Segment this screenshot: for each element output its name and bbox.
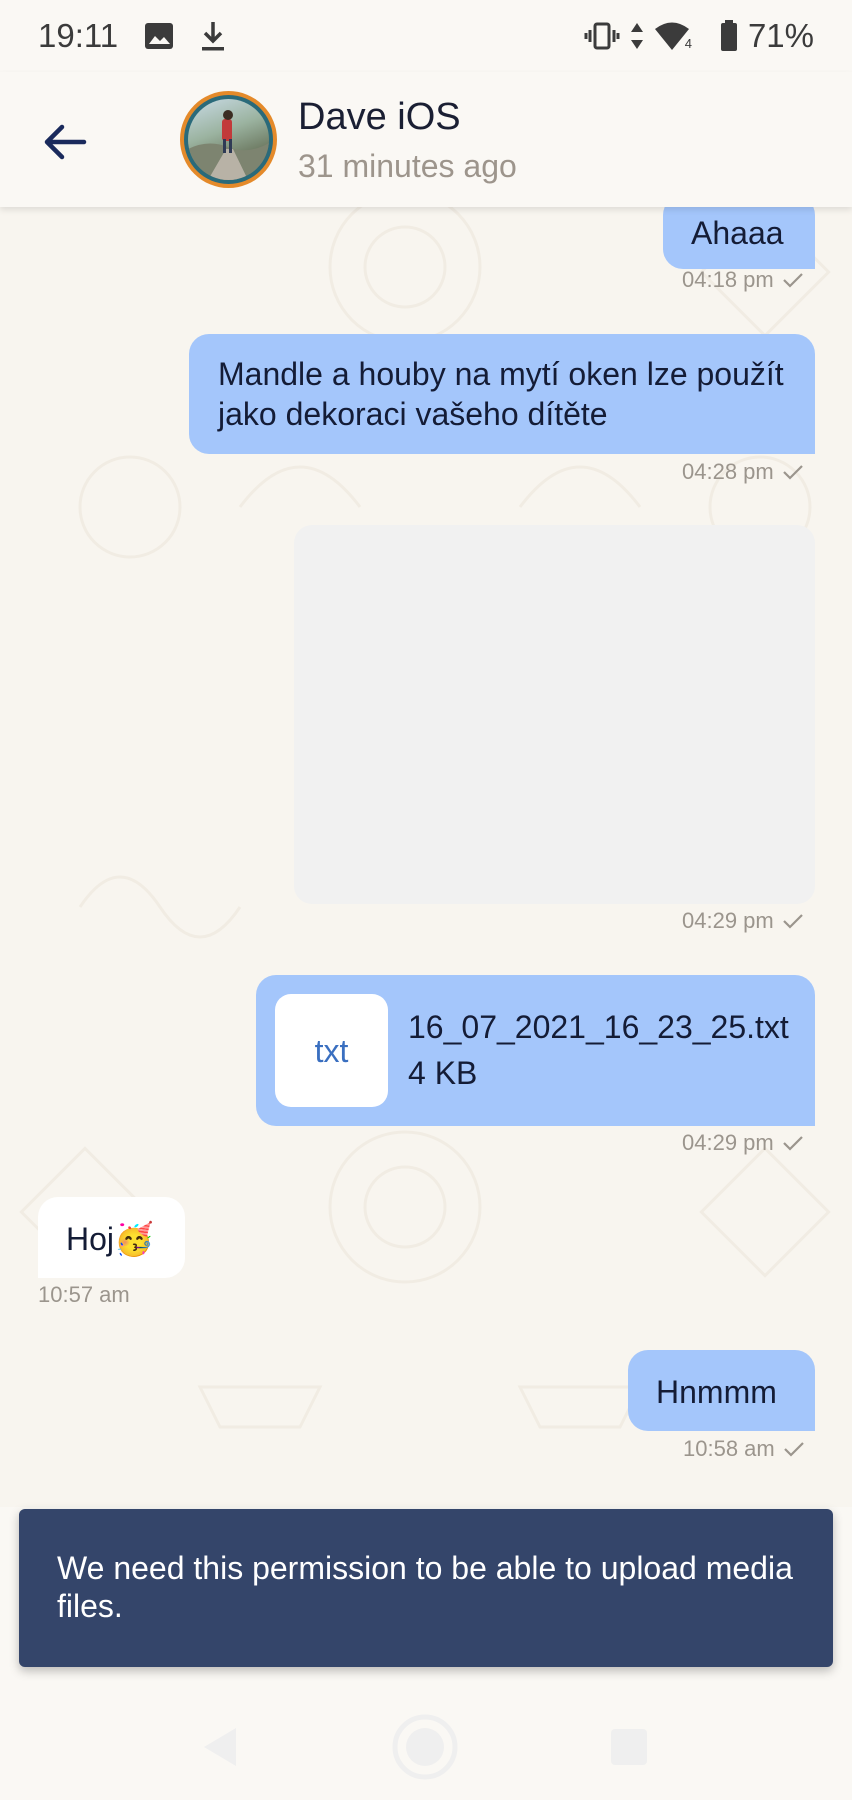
nav-recents-icon[interactable] — [610, 1728, 648, 1766]
contact-last-seen: 31 minutes ago — [298, 148, 517, 184]
arrow-left-icon — [44, 124, 87, 160]
signal-badge: 4 — [684, 36, 692, 51]
status-time: 19:11 — [38, 17, 119, 54]
file-name: 16_07_2021_16_23_25.txt — [408, 1009, 789, 1045]
signal-icon — [700, 21, 710, 51]
wifi-icon: 4 — [654, 21, 692, 51]
back-button[interactable] — [40, 116, 92, 168]
message-timestamp: 04:29 pm — [682, 1130, 804, 1156]
snackbar-text: We need this permission to be able to up… — [57, 1550, 793, 1624]
nav-home-icon[interactable] — [391, 1713, 459, 1781]
sent-check-icon — [783, 1442, 804, 1457]
sent-check-icon — [782, 1136, 803, 1151]
data-arrows-icon — [630, 22, 644, 50]
message-timestamp: 04:28 pm — [682, 459, 804, 485]
nav-back-icon[interactable] — [200, 1725, 240, 1769]
battery-percent: 71% — [747, 17, 814, 54]
file-size: 4 KB — [408, 1055, 478, 1091]
message-timestamp: 04:18 pm — [682, 267, 804, 293]
avatar-photo — [188, 99, 269, 180]
chat-header: Dave iOS 31 minutes ago — [0, 72, 852, 207]
sent-check-icon — [782, 914, 803, 929]
message-timestamp: 10:58 am — [683, 1436, 805, 1462]
message-text: Hnmmm — [656, 1374, 777, 1410]
battery-icon — [720, 20, 738, 52]
message-text: Hoj🥳 — [66, 1221, 154, 1257]
message-bubble-out[interactable]: Hnmmm — [628, 1350, 815, 1431]
chat-messages[interactable]: Ahaaa 04:18 pm Mandle a houby na mytí ok… — [0, 207, 852, 1507]
permission-snackbar: We need this permission to be able to up… — [19, 1509, 833, 1667]
message-bubble-out[interactable]: Mandle a houby na mytí oken lze použít j… — [189, 334, 815, 454]
message-timestamp: 10:57 am — [38, 1282, 130, 1307]
message-bubble-in[interactable]: Hoj🥳 — [38, 1197, 185, 1278]
sent-check-icon — [782, 273, 803, 288]
file-type-icon: txt — [275, 994, 388, 1107]
download-icon — [200, 20, 226, 52]
avatar[interactable] — [180, 91, 277, 188]
file-message[interactable]: txt 16_07_2021_16_23_25.txt 4 KB — [256, 975, 815, 1126]
vibrate-icon — [584, 22, 620, 50]
sent-check-icon — [782, 465, 803, 480]
message-text: Mandle a houby na mytí oken lze použít j… — [218, 356, 784, 432]
message-text: Ahaaa — [691, 215, 784, 251]
image-message[interactable] — [294, 525, 815, 904]
image-icon — [144, 22, 174, 50]
system-nav-bar — [0, 1687, 852, 1800]
contact-name[interactable]: Dave iOS — [298, 96, 461, 139]
message-bubble-out[interactable]: Ahaaa — [663, 207, 815, 269]
message-timestamp: 04:29 pm — [682, 908, 804, 934]
status-bar: 19:11 4 71% — [0, 0, 852, 72]
